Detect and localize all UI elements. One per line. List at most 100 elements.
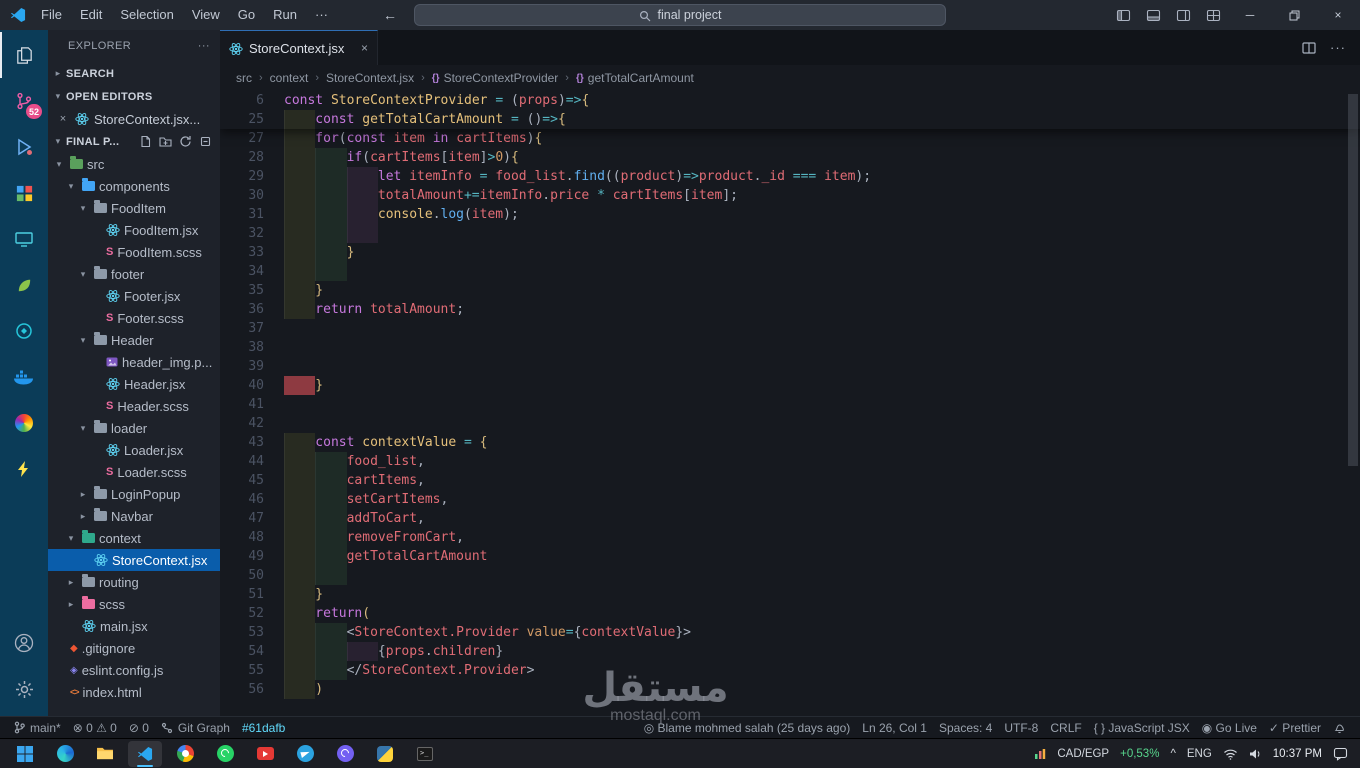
restore-button[interactable] bbox=[1272, 0, 1316, 30]
status-notifications[interactable] bbox=[1327, 717, 1352, 738]
code-line-25[interactable]: 25 const getTotalCartAmount = ()=>{ bbox=[220, 110, 1360, 129]
volume-icon[interactable] bbox=[1249, 748, 1262, 760]
notification-center-icon[interactable] bbox=[1333, 746, 1348, 761]
clock[interactable]: 10:37 PM bbox=[1273, 748, 1322, 760]
tree-item-footer[interactable]: ▾ footer bbox=[48, 263, 220, 285]
tree-item-storecontext-jsx[interactable]: StoreContext.jsx bbox=[48, 549, 220, 571]
open-editor-item[interactable]: × StoreContext.jsx... bbox=[48, 108, 220, 130]
section-search[interactable]: ▸ SEARCH bbox=[48, 62, 220, 85]
code-line-47[interactable]: 47 addToCart, bbox=[220, 509, 1360, 528]
code-line-33[interactable]: 33} bbox=[220, 243, 1360, 262]
activity-item-source-control[interactable]: 52 bbox=[0, 78, 48, 124]
code-line-49[interactable]: 49 getTotalCartAmount bbox=[220, 547, 1360, 566]
activity-item-material-theme[interactable] bbox=[0, 262, 48, 308]
tree-item-scss[interactable]: ▸ scss bbox=[48, 593, 220, 615]
tree-item-loginpopup[interactable]: ▸ LoginPopup bbox=[48, 483, 220, 505]
code-line-32[interactable]: 32 bbox=[220, 224, 1360, 243]
code-line-31[interactable]: 31 console.log(item); bbox=[220, 205, 1360, 224]
tree-item-loader-jsx[interactable]: Loader.jsx bbox=[48, 439, 220, 461]
tree-item-fooditem[interactable]: ▾ FoodItem bbox=[48, 197, 220, 219]
code-line-38[interactable]: 38 bbox=[220, 338, 1360, 357]
taskbar-terminal[interactable]: >_ bbox=[408, 741, 442, 767]
code-line-40[interactable]: 40} bbox=[220, 376, 1360, 395]
status-go-live[interactable]: ◉ Go Live bbox=[1196, 717, 1263, 738]
status-prettier[interactable]: ✓ Prettier bbox=[1263, 717, 1327, 738]
code-line-44[interactable]: 44 food_list, bbox=[220, 452, 1360, 471]
ellipsis-icon[interactable]: ··· bbox=[1330, 40, 1346, 55]
status-git-branch[interactable]: main* bbox=[8, 717, 67, 738]
status-gitlens-blame[interactable]: ◎ Blame mohmed salah (25 days ago) bbox=[638, 717, 857, 738]
status-ports[interactable]: ⊘ 0 bbox=[123, 717, 155, 738]
status-eol[interactable]: CRLF bbox=[1044, 717, 1087, 738]
status-problems[interactable]: ⊗ 0 ⚠ 0 bbox=[67, 717, 123, 738]
hidden-icons-chevron[interactable]: ^ bbox=[1170, 748, 1175, 760]
tree-item-fooditem-scss[interactable]: S FoodItem.scss bbox=[48, 241, 220, 263]
code-line-27[interactable]: 27 for(const item in cartItems){ bbox=[220, 129, 1360, 148]
minimize-button[interactable]: ─ bbox=[1228, 0, 1272, 30]
status-cursor-position[interactable]: Ln 26, Col 1 bbox=[856, 717, 933, 738]
taskbar-media-red[interactable] bbox=[248, 741, 282, 767]
taskbar-telegram[interactable] bbox=[288, 741, 322, 767]
tab-close-icon[interactable]: × bbox=[361, 41, 368, 55]
code-area[interactable]: 6 const StoreContextProvider = (props)=>{… bbox=[220, 91, 1360, 716]
code-line-36[interactable]: 36 return totalAmount; bbox=[220, 300, 1360, 319]
code-line-50[interactable]: 50 bbox=[220, 566, 1360, 585]
breadcrumb-context[interactable]: context bbox=[270, 71, 309, 85]
taskbar-vscode[interactable] bbox=[128, 740, 162, 767]
taskbar-viber[interactable] bbox=[328, 741, 362, 767]
tree-item-footer-scss[interactable]: S Footer.scss bbox=[48, 307, 220, 329]
breadcrumb-src[interactable]: src bbox=[236, 71, 252, 85]
status-color-decorator[interactable]: #61dafb bbox=[236, 717, 291, 738]
tree-item-header-img-p---[interactable]: header_img.p... bbox=[48, 351, 220, 373]
tree-item-main-jsx[interactable]: main.jsx bbox=[48, 615, 220, 637]
currency-ticker[interactable]: CAD/EGP bbox=[1057, 748, 1109, 760]
menu-selection[interactable]: Selection bbox=[111, 0, 182, 30]
tree-item-index-html[interactable]: <> index.html bbox=[48, 681, 220, 703]
activity-item-gitlens[interactable] bbox=[0, 308, 48, 354]
tree-item-components[interactable]: ▾ components bbox=[48, 175, 220, 197]
code-line-54[interactable]: 54 {props.children} bbox=[220, 642, 1360, 661]
tree-item-navbar[interactable]: ▸ Navbar bbox=[48, 505, 220, 527]
toggle-panel-icon[interactable] bbox=[1138, 0, 1168, 30]
code-line-34[interactable]: 34 bbox=[220, 262, 1360, 281]
code-line-43[interactable]: 43 const contextValue = { bbox=[220, 433, 1360, 452]
currency-change[interactable]: +0,53% bbox=[1120, 748, 1159, 760]
activity-item-extensions[interactable] bbox=[0, 170, 48, 216]
code-line-39[interactable]: 39 bbox=[220, 357, 1360, 376]
code-line-41[interactable]: 41 bbox=[220, 395, 1360, 414]
section-open-editors[interactable]: ▾ OPEN EDITORS bbox=[48, 85, 220, 108]
tree-item-loader[interactable]: ▾ loader bbox=[48, 417, 220, 439]
tree-item-eslint-config-js[interactable]: ◈ eslint.config.js bbox=[48, 659, 220, 681]
close-button[interactable]: × bbox=[1316, 0, 1360, 30]
taskbar-edge[interactable] bbox=[48, 741, 82, 767]
code-line-30[interactable]: 30 totalAmount+=itemInfo.price * cartItem… bbox=[220, 186, 1360, 205]
tree-item-src[interactable]: ▾ src bbox=[48, 153, 220, 175]
status-encoding[interactable]: UTF-8 bbox=[998, 717, 1044, 738]
toggle-sidebar-icon[interactable] bbox=[1108, 0, 1138, 30]
code-line-28[interactable]: 28 if(cartItems[item]>0){ bbox=[220, 148, 1360, 167]
code-line-52[interactable]: 52 return( bbox=[220, 604, 1360, 623]
activity-item-remote-explorer[interactable] bbox=[0, 216, 48, 262]
back-arrow-icon[interactable]: ← bbox=[383, 7, 397, 23]
split-editor-icon[interactable] bbox=[1302, 41, 1316, 55]
menu-file[interactable]: File bbox=[32, 0, 71, 30]
section-workspace[interactable]: ▾ FINAL P... bbox=[48, 130, 220, 153]
activity-item-thunder-client[interactable] bbox=[0, 446, 48, 492]
tab-storecontext[interactable]: StoreContext.jsx × bbox=[220, 30, 378, 65]
status-git-graph[interactable]: Git Graph bbox=[155, 717, 236, 738]
refresh-icon[interactable] bbox=[179, 135, 192, 148]
taskbar-file-explorer[interactable] bbox=[88, 741, 122, 767]
activity-item-settings[interactable] bbox=[0, 666, 48, 712]
code-line-42[interactable]: 42 bbox=[220, 414, 1360, 433]
menu-[interactable]: ··· bbox=[306, 0, 337, 30]
language-indicator[interactable]: ENG bbox=[1187, 748, 1212, 760]
close-icon[interactable]: × bbox=[56, 113, 70, 125]
menu-edit[interactable]: Edit bbox=[71, 0, 111, 30]
code-line-29[interactable]: 29 let itemInfo = food_list.find((product… bbox=[220, 167, 1360, 186]
taskbar-whatsapp[interactable] bbox=[208, 741, 242, 767]
taskbar-chrome[interactable] bbox=[168, 741, 202, 767]
command-center-search[interactable]: final project bbox=[414, 4, 946, 26]
menu-view[interactable]: View bbox=[183, 0, 229, 30]
code-line-56[interactable]: 56) bbox=[220, 680, 1360, 699]
code-line-46[interactable]: 46 setCartItems, bbox=[220, 490, 1360, 509]
